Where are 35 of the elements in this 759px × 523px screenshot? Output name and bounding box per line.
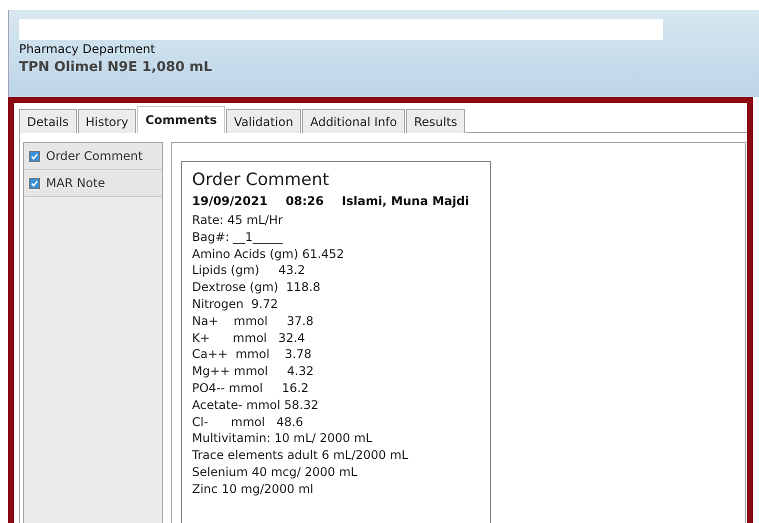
tab[interactable]: Additional Info <box>302 109 405 133</box>
comment-type-label: Order Comment <box>46 149 143 163</box>
comment-line: K+ mmol 32.4 <box>192 330 306 346</box>
comment-author: Islami, Muna Majdi <box>342 194 470 208</box>
tab[interactable]: Comments <box>137 106 225 133</box>
comment-type-item[interactable]: MAR Note <box>24 170 162 197</box>
comment-line: Ca++ mmol 3.78 <box>192 346 313 364</box>
comment-line: Nitrogen 9.72 <box>192 296 279 313</box>
comment-line: Rate: 45 mL/Hr <box>192 212 284 229</box>
comment-line: Selenium 40 mcg/ 2000 mL <box>192 464 358 481</box>
tab[interactable]: Validation <box>226 109 302 133</box>
department-label: Pharmacy Department <box>19 42 156 56</box>
order-title: TPN Olimel N9E 1,080 mL <box>19 59 214 75</box>
comment-line: Mg++ mmol 4.32 <box>192 363 315 380</box>
comment-line: Cl- mmol 48.6 <box>192 414 304 430</box>
comment-type-label: MAR Note <box>46 176 106 190</box>
checkbox[interactable] <box>29 150 40 162</box>
comment-line: Bag#: __1_____ <box>192 228 284 246</box>
comment-line: Na+ mmol 37.8 <box>192 312 314 330</box>
comment-time: 08:26 <box>286 194 324 208</box>
comment-line: Trace elements adult 6 mL/2000 mL <box>192 447 410 464</box>
comment-date: 19/09/2021 <box>192 194 268 208</box>
tab[interactable]: Results <box>406 109 466 133</box>
comment-title: Order Comment <box>192 170 330 190</box>
tab[interactable]: Details <box>19 109 77 133</box>
checkbox[interactable] <box>29 178 40 188</box>
comment-line: Dextrose (gm) 118.8 <box>192 279 322 296</box>
comment-line: PO4-- mmol 16.2 <box>192 380 310 397</box>
comment-line: Zinc 10 mg/2000 ml <box>192 480 314 498</box>
comment-type-item[interactable]: Order Comment <box>24 143 162 170</box>
comment-line: Amino Acids (gm) 61.452 <box>192 246 346 262</box>
comment-line: Lipids (gm) 43.2 <box>192 262 306 280</box>
tab[interactable]: History <box>78 109 136 133</box>
comment-line: Acetate- mmol 58.32 <box>192 396 320 414</box>
comment-line: Multivitamin: 10 mL/ 2000 mL <box>192 430 374 448</box>
